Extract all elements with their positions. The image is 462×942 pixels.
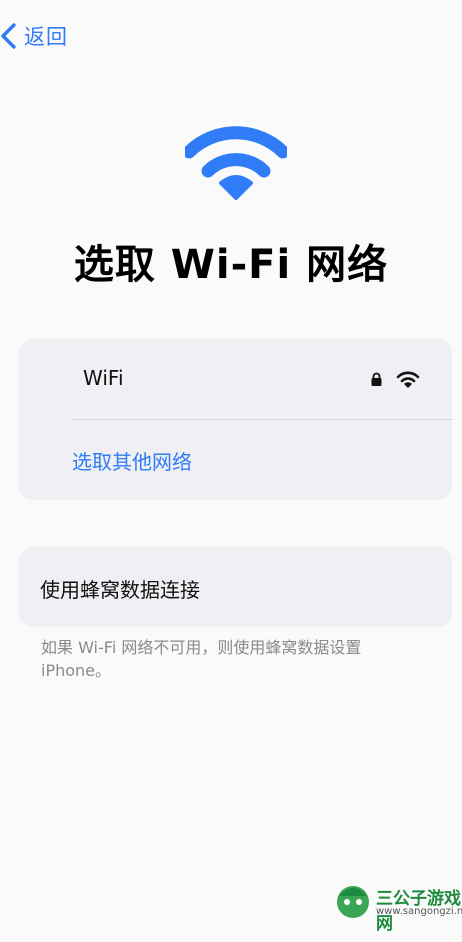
back-button[interactable]: 返回	[0, 18, 68, 54]
back-label: 返回	[24, 25, 68, 49]
use-cellular-label: 使用蜂窝数据连接	[40, 578, 200, 602]
network-name: WiFi	[83, 366, 124, 390]
choose-other-network-label: 选取其他网络	[72, 450, 192, 474]
page-title: 选取 Wi-Fi 网络	[73, 242, 389, 288]
lock-icon	[371, 372, 382, 386]
network-row-wifi[interactable]: WiFi	[19, 339, 452, 419]
use-cellular-button[interactable]: 使用蜂窝数据连接	[19, 547, 452, 627]
network-list: WiFi 选取其他网络	[19, 339, 452, 500]
cellular-footnote: 如果 Wi-Fi 网络不可用，则使用蜂窝数据设置 iPhone。	[41, 638, 362, 680]
choose-other-network-button[interactable]: 选取其他网络	[19, 420, 452, 500]
wifi-icon	[185, 126, 287, 200]
chevron-left-icon	[1, 23, 16, 49]
wifi-signal-icon	[396, 371, 420, 388]
watermark-logo-icon	[337, 886, 369, 918]
watermark-url: www.sangongzi.net	[376, 906, 462, 917]
